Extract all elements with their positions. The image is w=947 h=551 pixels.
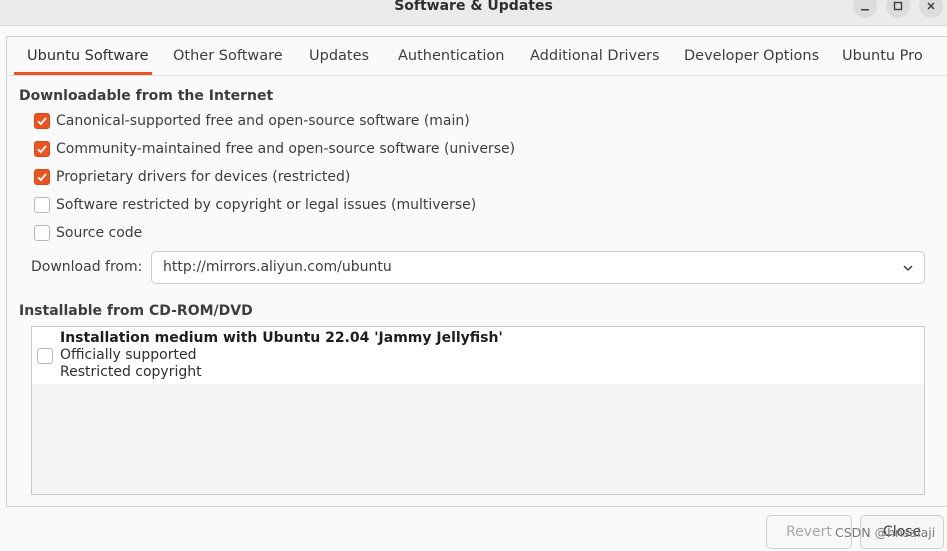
title-bar: Software & Updates [0, 0, 947, 26]
download-from-label: Download from: [31, 259, 143, 275]
download-server-value: http://mirrors.aliyun.com/ubuntu [163, 259, 392, 275]
cdrom-section-title: Installable from CD-ROM/DVD [19, 303, 253, 319]
cdrom-list[interactable]: Installation medium with Ubuntu 22.04 'J… [31, 326, 925, 495]
option-main-label: Canonical-supported free and open-source… [56, 113, 470, 129]
checkmark-icon [37, 173, 47, 182]
list-item[interactable]: Installation medium with Ubuntu 22.04 'J… [32, 327, 924, 384]
checkbox-multiverse[interactable] [34, 197, 50, 213]
revert-button[interactable]: Revert [766, 515, 852, 549]
checkbox-universe[interactable] [34, 141, 50, 157]
option-source-code-label: Source code [56, 225, 143, 241]
minimize-button[interactable] [853, 0, 877, 18]
window-title: Software & Updates [394, 0, 553, 14]
checkbox-restricted[interactable] [34, 169, 50, 185]
maximize-button[interactable] [886, 0, 910, 18]
minimize-icon [861, 9, 869, 11]
tab-separator [7, 75, 947, 76]
option-universe-label: Community-maintained free and open-sourc… [56, 141, 516, 157]
option-multiverse[interactable]: Software restricted by copyright or lega… [34, 195, 476, 215]
maximize-icon [893, 1, 903, 11]
option-restricted[interactable]: Proprietary drivers for devices (restric… [34, 167, 350, 187]
checkbox-cdrom[interactable] [37, 348, 53, 364]
cdrom-item-support: Officially supported [60, 347, 197, 363]
internet-section-title: Downloadable from the Internet [19, 88, 274, 104]
checkbox-main[interactable] [34, 113, 50, 129]
chevron-down-icon [903, 265, 913, 272]
tab-ubuntu-pro[interactable]: Ubuntu Pro [842, 37, 923, 75]
close-icon [927, 2, 935, 10]
close-button[interactable]: Close [860, 515, 944, 549]
notebook-panel: Ubuntu Software Other Software Updates A… [6, 36, 947, 507]
tab-additional-drivers[interactable]: Additional Drivers [530, 37, 660, 75]
option-multiverse-label: Software restricted by copyright or lega… [56, 197, 477, 213]
download-server-dropdown[interactable]: http://mirrors.aliyun.com/ubuntu [151, 251, 925, 284]
checkmark-icon [37, 145, 47, 154]
checkbox-source-code[interactable] [34, 225, 50, 241]
cdrom-item-text: Installation medium with Ubuntu 22.04 'J… [60, 330, 503, 381]
window-close-button[interactable] [919, 0, 943, 18]
checkmark-icon [37, 117, 47, 126]
cdrom-item-copyright: Restricted copyright [60, 364, 202, 380]
tab-ubuntu-software[interactable]: Ubuntu Software [27, 37, 149, 75]
tab-authentication[interactable]: Authentication [398, 37, 504, 75]
option-universe[interactable]: Community-maintained free and open-sourc… [34, 139, 515, 159]
tab-bar: Ubuntu Software Other Software Updates A… [7, 37, 947, 76]
tab-other-software[interactable]: Other Software [173, 37, 283, 75]
option-source-code[interactable]: Source code [34, 223, 142, 243]
option-main[interactable]: Canonical-supported free and open-source… [34, 111, 470, 131]
tab-updates[interactable]: Updates [309, 37, 369, 75]
cdrom-item-title: Installation medium with Ubuntu 22.04 'J… [60, 330, 503, 346]
option-restricted-label: Proprietary drivers for devices (restric… [56, 169, 351, 185]
tab-developer-options[interactable]: Developer Options [684, 37, 819, 75]
